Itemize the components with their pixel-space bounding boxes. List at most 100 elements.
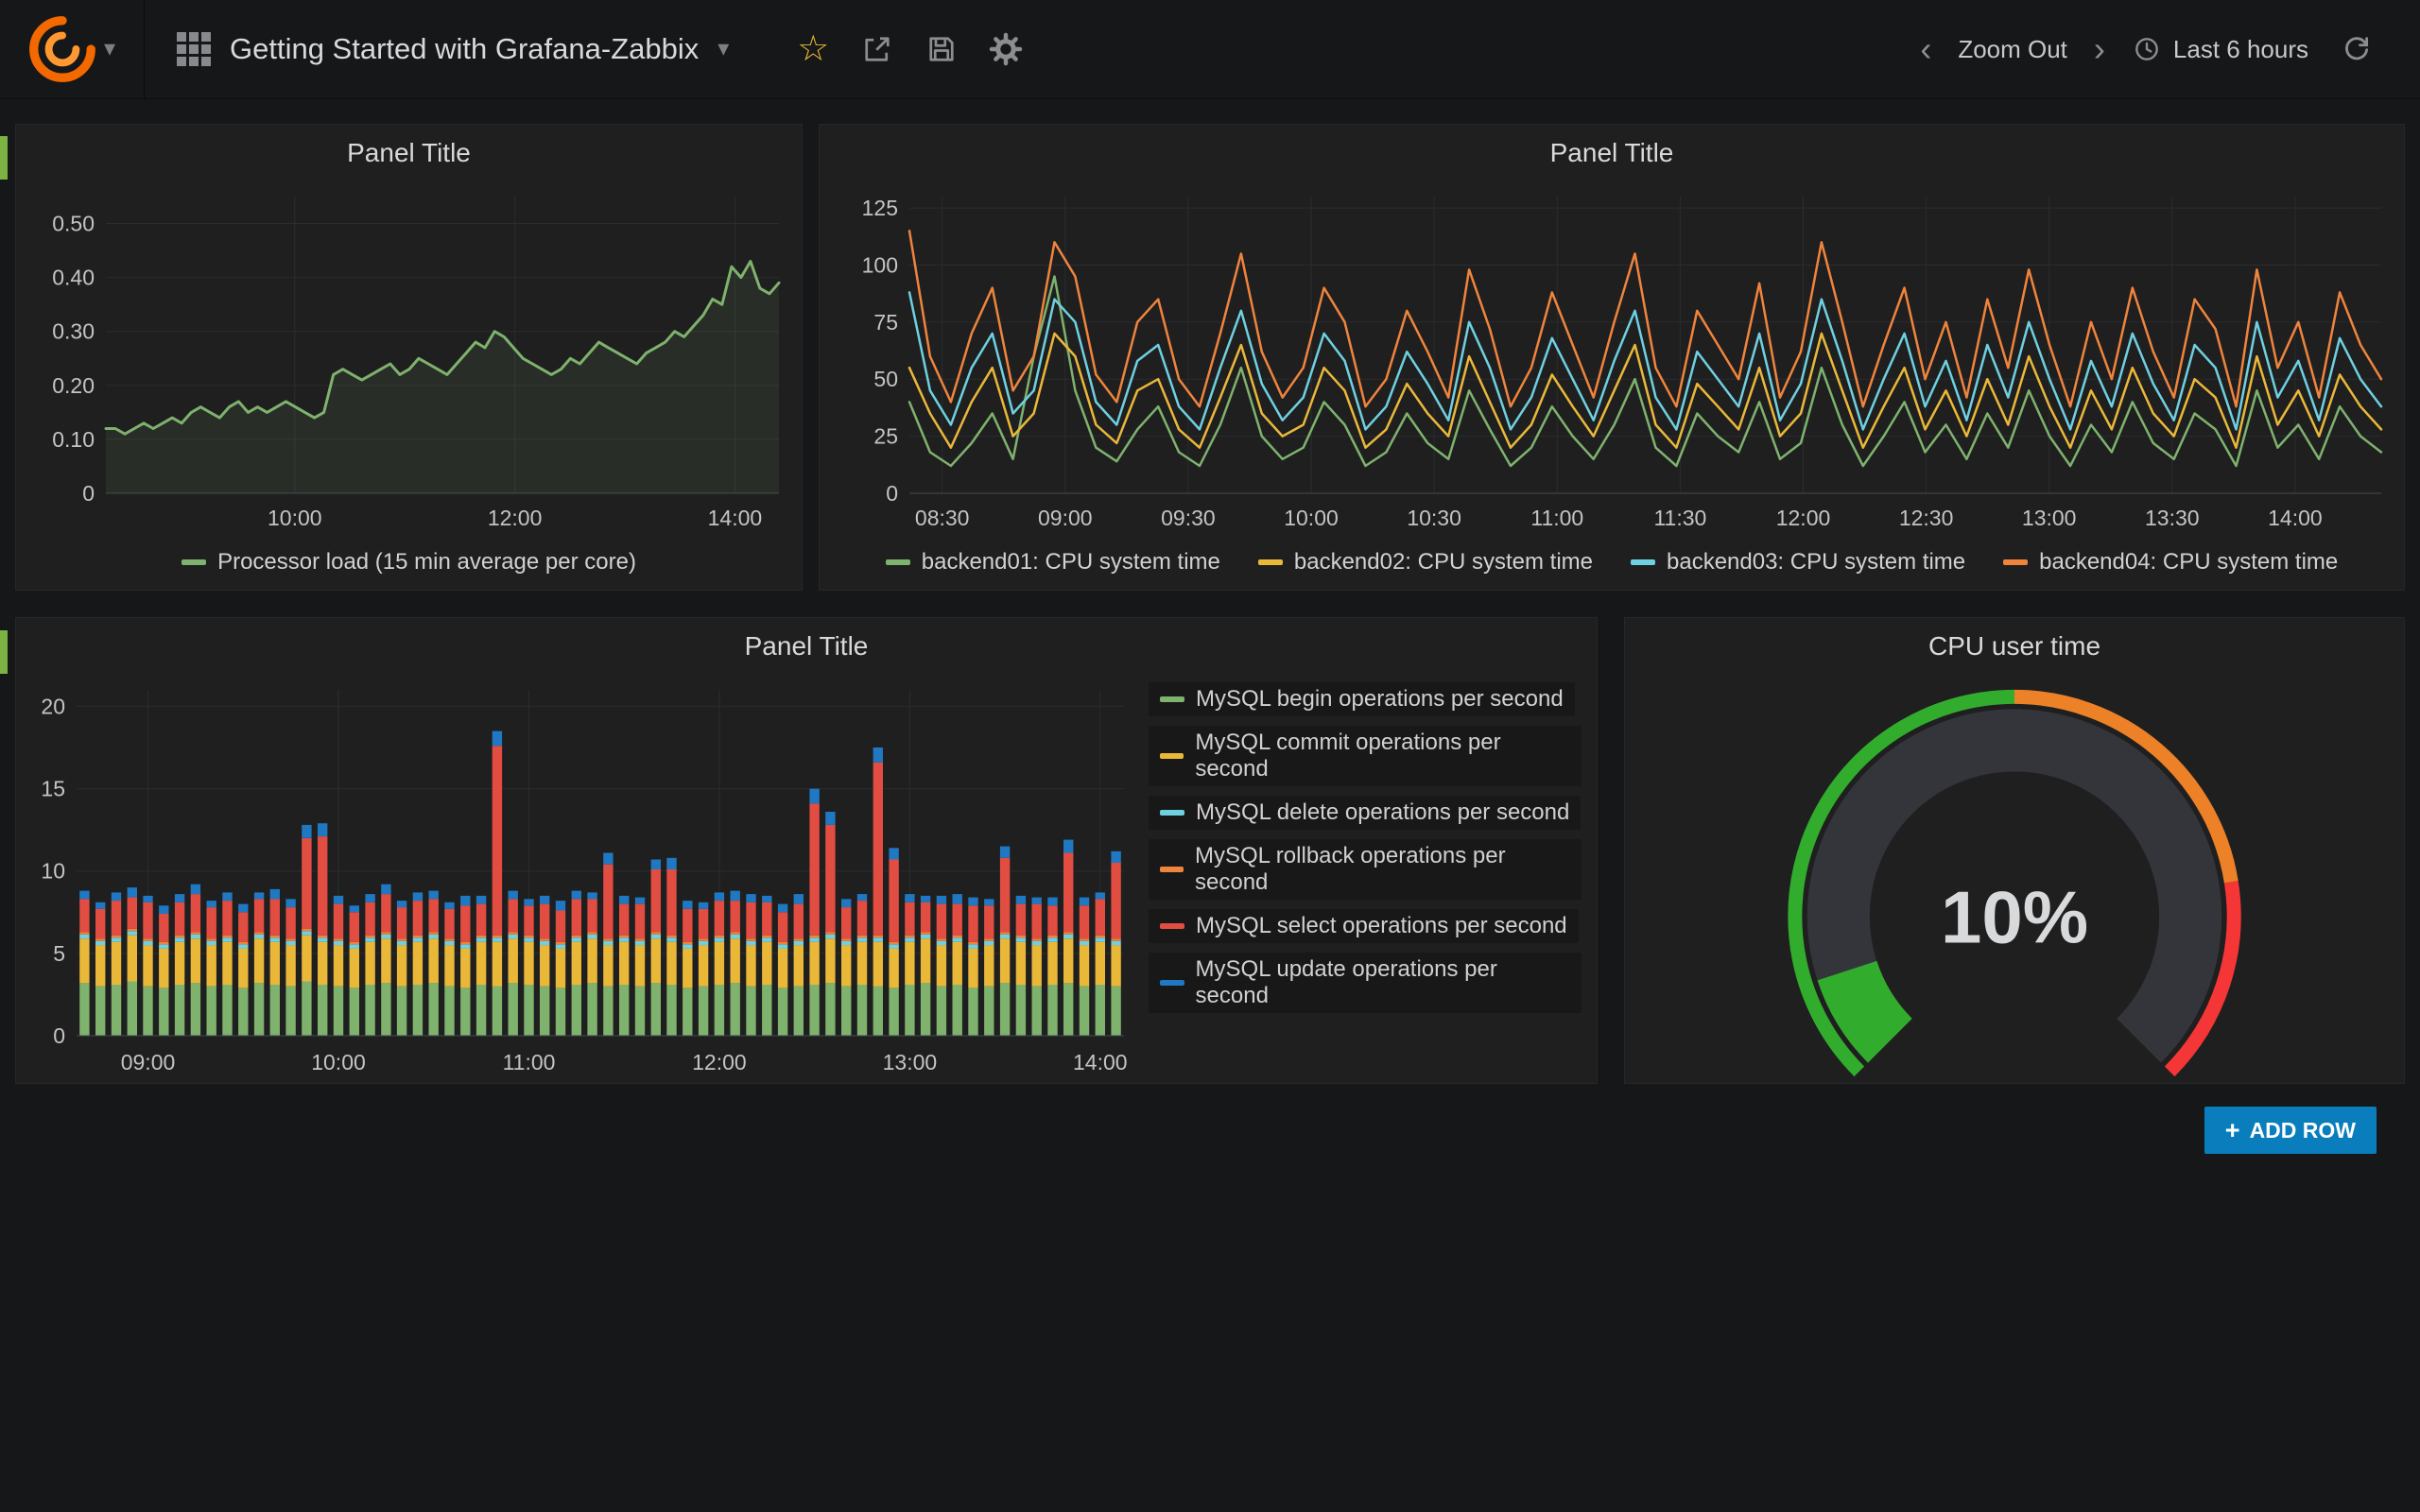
row-handle[interactable] xyxy=(0,136,8,180)
svg-text:25: 25 xyxy=(873,424,898,449)
cpu-system-time-chart[interactable]: 025507510012508:3009:0009:3010:0010:3011… xyxy=(820,181,2404,539)
star-button[interactable]: ☆ xyxy=(786,22,840,77)
svg-text:20: 20 xyxy=(41,694,65,718)
refresh-button[interactable] xyxy=(2329,22,2384,77)
svg-text:5: 5 xyxy=(53,941,65,966)
time-shift-back-button[interactable]: ‹ xyxy=(1914,32,1937,66)
svg-text:12:00: 12:00 xyxy=(692,1050,747,1074)
share-button[interactable] xyxy=(850,22,905,77)
panel-cpu-user-time: CPU user time 10% xyxy=(1624,617,2405,1084)
legend-color-dash xyxy=(1631,559,1655,565)
legend-label: Processor load (15 min average per core) xyxy=(217,549,636,576)
save-icon xyxy=(925,32,959,66)
dashboard-grid-icon xyxy=(177,32,211,66)
svg-text:100: 100 xyxy=(862,253,898,278)
svg-text:10:00: 10:00 xyxy=(268,506,322,530)
legend-label: backend02: CPU system time xyxy=(1294,549,1593,576)
legend-label: MySQL delete operations per second xyxy=(1196,799,1569,826)
chevron-left-icon: ‹ xyxy=(1920,29,1931,68)
legend-item[interactable]: Processor load (15 min average per core) xyxy=(182,549,636,576)
refresh-icon xyxy=(2341,33,2373,65)
processor-load-chart[interactable]: 00.100.200.300.400.5010:0012:0014:00 xyxy=(16,181,802,539)
svg-text:50: 50 xyxy=(873,367,898,391)
legend-item[interactable]: MySQL commit operations per second xyxy=(1149,726,1582,786)
svg-text:75: 75 xyxy=(873,310,898,335)
grafana-menu-button[interactable]: ▾ xyxy=(0,0,145,98)
row-handle[interactable] xyxy=(0,630,8,674)
legend-item[interactable]: MySQL update operations per second xyxy=(1149,953,1582,1013)
panel-title[interactable]: Panel Title xyxy=(820,125,2404,181)
time-range-picker[interactable]: Last 6 hours xyxy=(2124,28,2316,70)
add-row-label: ADD ROW xyxy=(2250,1118,2356,1143)
legend-item[interactable]: backend04: CPU system time xyxy=(2003,549,2338,576)
zoom-out-label: Zoom Out xyxy=(1958,35,2067,64)
legend-color-dash xyxy=(1160,867,1184,872)
legend-item[interactable]: MySQL rollback operations per second xyxy=(1149,839,1582,900)
panel-title[interactable]: Panel Title xyxy=(16,618,1597,675)
panel-body: 0510152009:0010:0011:0012:0013:0014:00 M… xyxy=(16,675,1597,1083)
gear-icon xyxy=(989,32,1023,66)
legend-item[interactable]: backend02: CPU system time xyxy=(1258,549,1593,576)
add-row-button[interactable]: + ADD ROW xyxy=(2204,1107,2377,1154)
svg-text:0.20: 0.20 xyxy=(52,373,95,398)
chevron-down-icon: ▾ xyxy=(104,38,115,60)
zoom-out-button[interactable]: Zoom Out xyxy=(1950,29,2075,70)
chevron-down-icon: ▾ xyxy=(717,38,729,60)
panel-cpu-system-time: Panel Title 025507510012508:3009:0009:30… xyxy=(819,124,2405,591)
panel-processor-load: Panel Title 00.100.200.300.400.5010:0012… xyxy=(15,124,803,591)
legend-item[interactable]: backend01: CPU system time xyxy=(886,549,1220,576)
mysql-operations-chart[interactable]: 0510152009:0010:0011:0012:0013:0014:00 xyxy=(16,675,1143,1081)
legend-item[interactable]: MySQL begin operations per second xyxy=(1149,682,1575,716)
plus-icon: + xyxy=(2225,1118,2240,1143)
legend-color-dash xyxy=(1160,696,1184,702)
legend-color-dash xyxy=(1160,980,1184,986)
chart-area: 0510152009:0010:0011:0012:0013:0014:00 xyxy=(16,675,1143,1083)
svg-text:13:30: 13:30 xyxy=(2145,506,2200,530)
svg-text:0.10: 0.10 xyxy=(52,427,95,452)
settings-button[interactable] xyxy=(978,22,1033,77)
legend-color-dash xyxy=(1160,753,1184,759)
time-controls: ‹ Zoom Out › Last 6 hours xyxy=(1914,22,2420,77)
svg-text:11:00: 11:00 xyxy=(503,1050,556,1074)
svg-text:08:30: 08:30 xyxy=(915,506,970,530)
panel-title[interactable]: CPU user time xyxy=(1625,618,2404,675)
save-button[interactable] xyxy=(914,22,969,77)
svg-text:12:00: 12:00 xyxy=(488,506,543,530)
chart-legend: MySQL begin operations per second MySQL c… xyxy=(1143,675,1597,1083)
cpu-user-time-gauge[interactable]: 10% xyxy=(1625,675,2404,1077)
legend-color-dash xyxy=(1160,923,1184,929)
chart-legend: backend01: CPU system time backend02: CPU… xyxy=(820,539,2404,586)
svg-text:13:00: 13:00 xyxy=(883,1050,938,1074)
legend-label: backend04: CPU system time xyxy=(2039,549,2338,576)
svg-text:09:00: 09:00 xyxy=(1038,506,1093,530)
legend-color-dash xyxy=(182,559,206,565)
svg-text:14:00: 14:00 xyxy=(708,506,763,530)
legend-color-dash xyxy=(1258,559,1283,565)
share-icon xyxy=(860,32,894,66)
panel-title[interactable]: Panel Title xyxy=(16,125,802,181)
svg-text:0.30: 0.30 xyxy=(52,319,95,344)
legend-item[interactable]: MySQL select operations per second xyxy=(1149,909,1579,943)
legend-label: MySQL select operations per second xyxy=(1196,913,1567,939)
svg-text:11:00: 11:00 xyxy=(1530,506,1583,530)
svg-text:10: 10 xyxy=(41,859,65,884)
svg-text:13:00: 13:00 xyxy=(2022,506,2077,530)
time-shift-forward-button[interactable]: › xyxy=(2088,32,2111,66)
svg-text:12:00: 12:00 xyxy=(1776,506,1831,530)
svg-text:0.40: 0.40 xyxy=(52,266,95,290)
svg-text:09:30: 09:30 xyxy=(1161,506,1216,530)
legend-label: backend01: CPU system time xyxy=(922,549,1220,576)
svg-text:12:30: 12:30 xyxy=(1899,506,1954,530)
legend-label: backend03: CPU system time xyxy=(1667,549,1965,576)
dashboard-title-button[interactable]: Getting Started with Grafana-Zabbix ▾ xyxy=(145,32,761,66)
dashboard-toolbar: ☆ xyxy=(770,22,1033,77)
legend-item[interactable]: backend03: CPU system time xyxy=(1631,549,1965,576)
legend-color-dash xyxy=(886,559,910,565)
chart-legend: Processor load (15 min average per core) xyxy=(16,539,802,586)
legend-item[interactable]: MySQL delete operations per second xyxy=(1149,796,1581,830)
svg-text:14:00: 14:00 xyxy=(2268,506,2323,530)
legend-label: MySQL update operations per second xyxy=(1196,956,1570,1009)
svg-text:0: 0 xyxy=(53,1023,65,1048)
svg-text:10:00: 10:00 xyxy=(311,1050,366,1074)
svg-text:10%: 10% xyxy=(1941,876,2088,959)
